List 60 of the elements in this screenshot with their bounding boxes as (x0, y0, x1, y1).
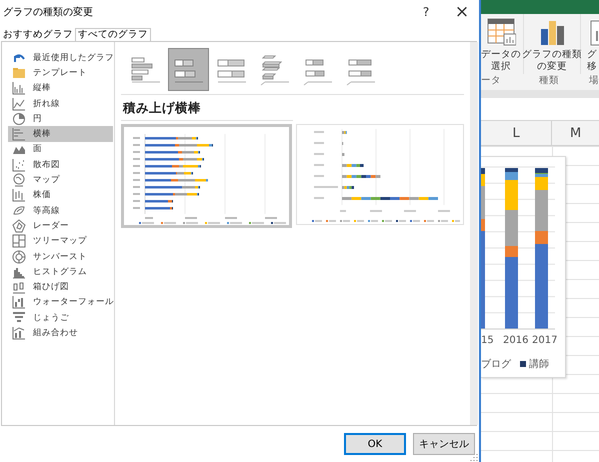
chart-type-item[interactable]: 株価 (8, 188, 113, 203)
chart-type-item[interactable]: ツリーマップ (8, 234, 113, 249)
scrollbar[interactable] (470, 42, 478, 425)
chart-type-item[interactable]: 円 (8, 111, 113, 126)
chart-type-item[interactable]: 等高線 (8, 202, 113, 218)
tab[interactable]: おすすめグラフ (1, 29, 75, 41)
chart-type-item[interactable]: 組み合わせ (8, 325, 113, 341)
window-title: グラフの種類の変更 (3, 6, 94, 19)
bar-chart-icon (258, 54, 290, 86)
resize-grip-icon (470, 453, 478, 461)
chart-type-item[interactable]: 散布図 (8, 157, 113, 172)
chart-type-item[interactable]: ウォーターフォール (8, 294, 113, 310)
chart-type-item[interactable]: 箱ひげ図 (8, 279, 113, 295)
chart-type-item[interactable]: テンプレート (8, 65, 113, 81)
line-chart-icon (12, 96, 26, 111)
table-icon (486, 17, 516, 47)
help-button[interactable]: ? (411, 1, 441, 23)
ribbon-button[interactable]: グラフの種類 の変更 (523, 14, 581, 74)
legend-label: 講師 (529, 358, 549, 371)
waterfall-icon (12, 295, 26, 310)
chart-subtype-title: 積み上げ横棒 (121, 95, 293, 121)
chart-type-item[interactable]: 縦棒 (8, 80, 113, 96)
funnel-icon (12, 310, 26, 325)
chart-type-item[interactable]: 横棒 (8, 126, 113, 142)
chart-type-item[interactable]: じょうご (8, 310, 113, 326)
sunburst-icon (12, 250, 26, 264)
legend-label: ブログ (481, 358, 511, 371)
ribbon-button[interactable]: グ 移 (581, 14, 599, 74)
chart-type-item[interactable]: 最近使用したグラフ (8, 50, 113, 66)
group-label: ータ (481, 74, 502, 87)
close-button[interactable]: × (447, 1, 477, 23)
group-label: 種類 (539, 74, 560, 87)
dialog-button[interactable]: キャンセル (413, 433, 475, 455)
box-plot-icon (12, 280, 26, 294)
bar-chart-icon (12, 127, 26, 142)
scatter-chart-icon (12, 158, 26, 172)
dialog-button[interactable]: OK (344, 433, 406, 455)
chart-type-item[interactable]: マップ (8, 172, 113, 188)
column-chart-icon (12, 81, 26, 96)
chart-type-item[interactable]: サンバースト (8, 248, 113, 264)
axis-label: 2016 (503, 335, 530, 348)
chart-type-item[interactable]: 面 (8, 142, 113, 158)
folder-icon (12, 66, 26, 80)
combo-chart-icon (12, 326, 26, 340)
axis-label: 2017 (532, 335, 558, 348)
chart-subtype-button[interactable] (168, 48, 209, 91)
column-header[interactable]: M (552, 121, 599, 145)
column-header[interactable]: L (481, 121, 552, 145)
ribbon-button[interactable]: データの 選択 (481, 14, 521, 74)
tab[interactable]: すべてのグラフ (75, 28, 151, 41)
axis-label: 15 (481, 335, 495, 348)
stock-chart-icon (12, 188, 26, 202)
chart-type-item[interactable]: レーダー (8, 218, 113, 234)
radar-icon (12, 218, 26, 233)
group-label: 場 (589, 74, 599, 87)
globe-icon (12, 173, 26, 188)
pie-chart-icon (12, 112, 26, 126)
chart-type-item[interactable]: 折れ線 (8, 96, 113, 112)
treemap-icon (12, 234, 26, 248)
chart-type-item[interactable]: ヒストグラム (8, 264, 113, 280)
